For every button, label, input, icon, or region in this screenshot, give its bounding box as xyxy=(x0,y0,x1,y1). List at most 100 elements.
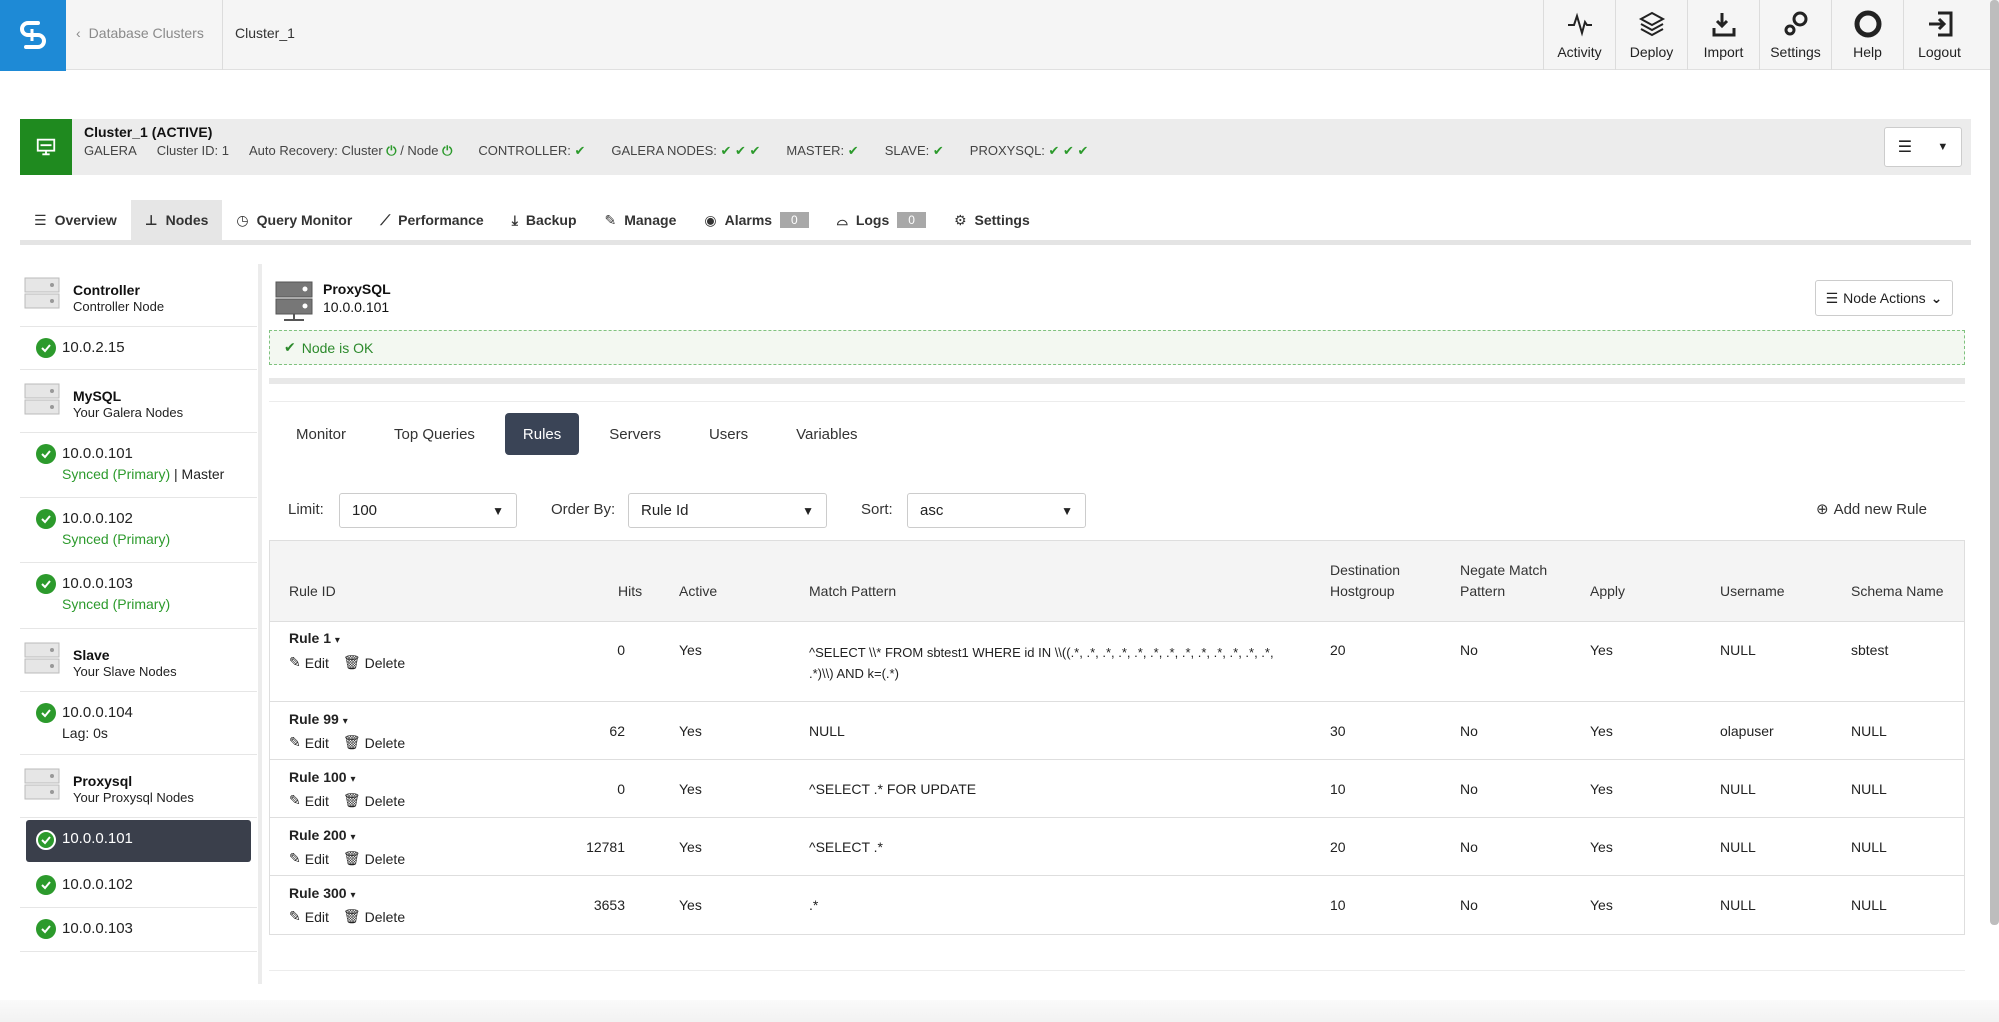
limit-select[interactable]: 100 ▼ xyxy=(339,493,517,528)
sidebar-node-proxysql-2[interactable]: 10.0.0.102 xyxy=(20,864,257,908)
tab-query-monitor[interactable]: ◷ Query Monitor xyxy=(222,200,366,240)
edit-label: Edit xyxy=(304,850,329,867)
import-button[interactable]: Import xyxy=(1687,0,1759,70)
logs-count-badge: 0 xyxy=(897,212,926,228)
deploy-button[interactable]: Deploy xyxy=(1615,0,1687,70)
node-actions-button[interactable]: ☰ Node Actions ⌄ xyxy=(1815,280,1953,316)
row-actions: ✎ Edit 🗑 Delete xyxy=(289,850,405,867)
tab-manage[interactable]: ✎ Manage xyxy=(591,200,691,240)
add-rule-button[interactable]: ⊕ Add new Rule xyxy=(1816,500,1927,519)
tab-backup[interactable]: ⤓ Backup xyxy=(498,200,591,240)
page-scrollbar[interactable] xyxy=(1990,0,1999,925)
server-icon xyxy=(24,642,60,674)
subtab-servers[interactable]: Servers xyxy=(591,413,679,455)
node-sidebar: Controller Controller Node 10.0.2.15 MyS… xyxy=(20,264,257,952)
node-ip: 10.0.0.102 xyxy=(62,876,133,893)
rule-id-dropdown[interactable]: Rule 100 ▾ xyxy=(289,769,356,785)
node-ip: 10.0.0.103 xyxy=(62,575,133,592)
sidebar-node-proxysql-3[interactable]: 10.0.0.103 xyxy=(20,908,257,952)
tab-settings[interactable]: ⚙ Settings xyxy=(940,200,1044,240)
clock-icon: ◷ xyxy=(236,211,249,228)
col-negate-line2: Pattern xyxy=(1460,583,1506,599)
node-lag: Lag: 0s xyxy=(62,725,108,741)
cell-active: Yes xyxy=(679,723,702,739)
edit-link[interactable]: ✎ Edit xyxy=(289,850,329,867)
section-divider xyxy=(269,378,1965,384)
node-ip: 10.0.0.101 xyxy=(62,830,133,847)
col-username: Username xyxy=(1720,583,1785,599)
rule-id-dropdown[interactable]: Rule 200 ▾ xyxy=(289,827,356,843)
delete-link[interactable]: 🗑 Delete xyxy=(343,734,405,751)
sort-label: Sort: xyxy=(861,501,893,518)
list-icon: ☰ xyxy=(34,211,47,228)
server-icon xyxy=(24,383,60,415)
power-icon[interactable]: ⏻ xyxy=(439,143,452,159)
subtab-variables[interactable]: Variables xyxy=(778,413,875,455)
subtab-top-queries[interactable]: Top Queries xyxy=(376,413,493,455)
sort-select[interactable]: asc ▼ xyxy=(907,493,1086,528)
tab-label: Settings xyxy=(974,212,1030,228)
check-icon: ✔ ✔ ✔ xyxy=(716,143,761,158)
subtab-users[interactable]: Users xyxy=(691,413,766,455)
sidebar-node-mysql-3[interactable]: 10.0.0.103 Synced (Primary) xyxy=(20,563,257,629)
logout-button[interactable]: Logout xyxy=(1903,0,1975,70)
rule-id-dropdown[interactable]: Rule 1 ▾ xyxy=(289,630,340,646)
trash-icon: 🗑 xyxy=(342,850,361,866)
col-destination: Destination Hostgroup xyxy=(1330,560,1400,602)
tab-alarms[interactable]: ◉ Alarms 0 xyxy=(690,200,822,240)
help-button[interactable]: Help xyxy=(1831,0,1903,70)
sidebar-node-mysql-1[interactable]: 10.0.0.101 Synced (Primary) | Master xyxy=(20,433,257,498)
edit-link[interactable]: ✎ Edit xyxy=(289,654,329,671)
tab-performance[interactable]: ⟋ Performance xyxy=(366,200,497,240)
tab-overview[interactable]: ☰ Overview xyxy=(20,200,131,240)
cell-apply: Yes xyxy=(1590,642,1613,658)
order-by-select[interactable]: Rule Id ▼ xyxy=(628,493,827,528)
breadcrumb-back[interactable]: ‹ Database Clusters xyxy=(76,25,204,41)
logs-icon: ⌓ xyxy=(836,211,848,228)
col-destination-line2: Hostgroup xyxy=(1330,583,1395,599)
subtab-monitor[interactable]: Monitor xyxy=(278,413,364,455)
tab-logs[interactable]: ⌓ Logs 0 xyxy=(823,200,940,240)
cell-match-pattern: .* xyxy=(809,897,819,913)
deploy-icon xyxy=(1638,11,1665,37)
delete-link[interactable]: 🗑 Delete xyxy=(343,850,405,867)
breadcrumb-current: Cluster_1 xyxy=(235,25,295,41)
cell-username: NULL xyxy=(1720,897,1756,913)
app-logo[interactable] xyxy=(0,0,66,71)
rule-id-dropdown[interactable]: Rule 300 ▾ xyxy=(289,885,356,901)
power-icon[interactable]: ⏻ xyxy=(383,143,401,159)
pencil-icon: ✎ xyxy=(289,654,301,670)
order-by-value: Rule Id xyxy=(641,502,689,519)
wrench-icon: ✎ xyxy=(604,211,617,228)
sidebar-node-proxysql-1[interactable]: 10.0.0.101 xyxy=(26,820,251,862)
delete-link[interactable]: 🗑 Delete xyxy=(343,908,405,925)
add-rule-label: Add new Rule xyxy=(1833,500,1927,518)
settings-button[interactable]: Settings xyxy=(1759,0,1831,70)
activity-button[interactable]: Activity xyxy=(1543,0,1615,70)
node-ip: 10.0.0.104 xyxy=(62,704,133,721)
caret-down-icon: ▾ xyxy=(350,774,356,785)
cell-negate: No xyxy=(1460,781,1478,797)
node-ip: 10.0.0.101 xyxy=(62,445,133,462)
cell-active: Yes xyxy=(679,781,702,797)
col-rule-id: Rule ID xyxy=(289,583,336,599)
edit-link[interactable]: ✎ Edit xyxy=(289,908,329,925)
rule-id-dropdown[interactable]: Rule 99 ▾ xyxy=(289,711,348,727)
proxysql-server-icon xyxy=(275,281,313,321)
edit-link[interactable]: ✎ Edit xyxy=(289,734,329,751)
sidebar-node-slave-1[interactable]: 10.0.0.104 Lag: 0s xyxy=(20,692,257,755)
cell-username: NULL xyxy=(1720,781,1756,797)
sidebar-node-mysql-2[interactable]: 10.0.0.102 Synced (Primary) xyxy=(20,498,257,563)
chart-icon: ⟋ xyxy=(380,211,391,228)
delete-link[interactable]: 🗑 Delete xyxy=(343,654,405,671)
sidebar-node-controller[interactable]: 10.0.2.15 xyxy=(20,327,257,370)
edit-link[interactable]: ✎ Edit xyxy=(289,792,329,809)
cluster-actions-dropdown[interactable]: ☰ ▼ xyxy=(1884,127,1962,167)
delete-link[interactable]: 🗑 Delete xyxy=(343,792,405,809)
chevron-down-icon: ⌄ xyxy=(1930,289,1943,306)
node-ip: 10.0.0.102 xyxy=(62,510,133,527)
subtab-rules[interactable]: Rules xyxy=(504,413,580,455)
tab-nodes[interactable]: ⊥ Nodes xyxy=(130,200,223,240)
check-icon: ✔ ✔ ✔ xyxy=(1044,143,1089,158)
col-apply: Apply xyxy=(1590,583,1626,599)
